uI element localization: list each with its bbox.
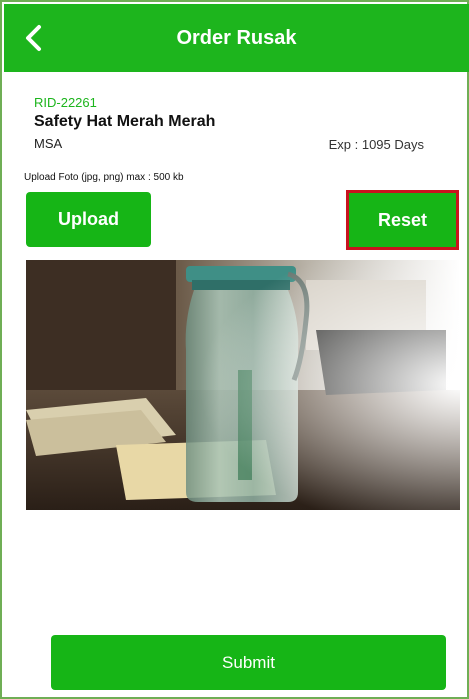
- product-expiry: Exp : 1095 Days: [328, 137, 424, 152]
- product-brand: MSA: [34, 136, 63, 151]
- back-button[interactable]: [18, 22, 48, 54]
- upload-button[interactable]: Upload: [26, 192, 151, 247]
- upload-hint: Upload Foto (jpg, png) max : 500 kb: [24, 172, 184, 183]
- chevron-left-icon: [26, 25, 41, 51]
- submit-button[interactable]: Submit: [51, 635, 446, 690]
- page-title: Order Rusak: [176, 26, 297, 49]
- product-card: RID-22261 Safety Hat Merah Merah MSA Exp…: [16, 80, 457, 162]
- uploaded-photo: [26, 260, 460, 510]
- app-frame: Order Rusak RID-22261 Safety Hat Merah M…: [0, 0, 469, 699]
- app-header: Order Rusak: [4, 4, 469, 72]
- product-name: Safety Hat Merah Merah: [34, 113, 216, 130]
- reset-button[interactable]: Reset: [346, 190, 459, 250]
- product-rid: RID-22261: [34, 95, 97, 110]
